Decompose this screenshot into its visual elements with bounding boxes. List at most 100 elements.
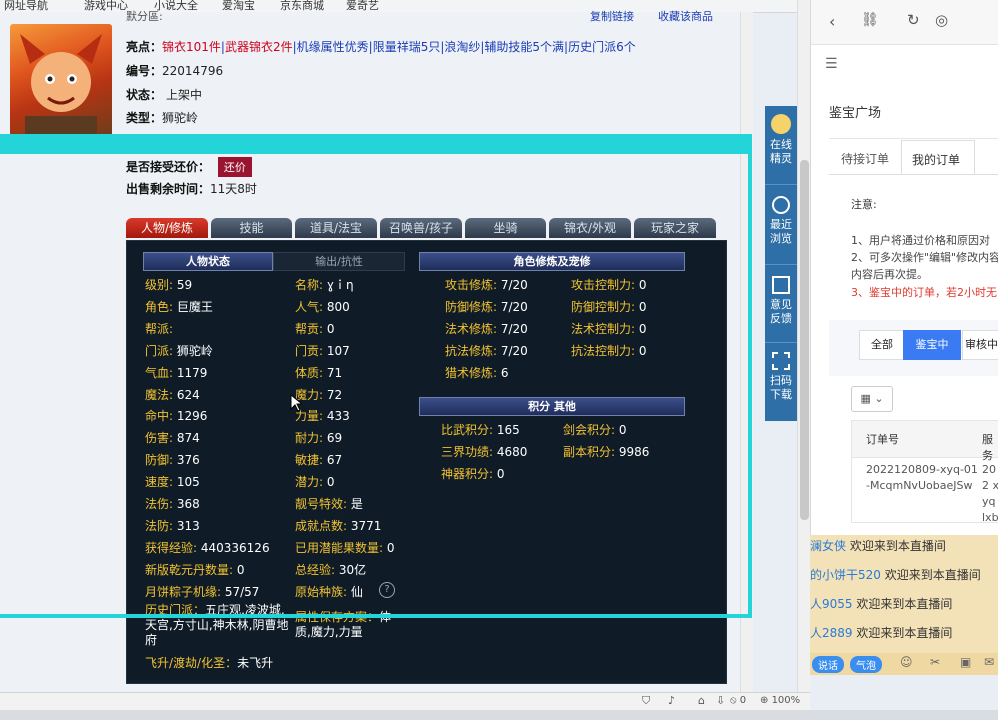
tab-pending-orders[interactable]: 待接订单 xyxy=(841,150,889,167)
stat-row: 速度: 105 xyxy=(145,473,200,490)
side-item-recent[interactable]: 最近浏览 xyxy=(765,196,797,246)
favorite-link[interactable]: 收藏该商品 xyxy=(658,8,713,24)
divider xyxy=(765,264,797,265)
filter-review-button[interactable]: 审核中 xyxy=(962,330,998,360)
stat-label: 帮贡: xyxy=(295,321,324,336)
download-icon[interactable]: ⇩ xyxy=(716,694,725,707)
stat-row: 成就点数: 3771 xyxy=(295,517,381,534)
grid-view-dropdown[interactable]: ▦ ⌄ xyxy=(851,386,893,412)
tab-pets[interactable]: 召唤兽/孩子 xyxy=(380,218,462,238)
stat-label: 耐力: xyxy=(295,431,324,446)
stat-value: 71 xyxy=(323,365,343,380)
stat-label: 潜力: xyxy=(295,475,324,490)
stat-value: 0 xyxy=(635,299,647,314)
stat-row: 原始种族: 仙 xyxy=(295,583,363,600)
tab-home[interactable]: 玩家之家 xyxy=(634,218,716,238)
status-value: 上架中 xyxy=(166,88,203,102)
side-toolbar: 在线精灵 最近浏览 意见反馈 扫码下载 xyxy=(765,106,797,421)
filter-all-button[interactable]: 全部 xyxy=(859,330,905,360)
highlight-tag[interactable]: 锦衣101件 xyxy=(162,40,221,54)
speak-button[interactable]: 说话 xyxy=(812,656,844,673)
stat-label: 靓号特效: xyxy=(295,497,348,511)
highlights-row: 亮点：锦衣101件|武器锦衣2件|机缘属性优秀|限量祥瑞5只|浪淘纱|辅助技能5… xyxy=(126,40,636,54)
stat-label: 三界功绩: xyxy=(441,444,494,459)
bargain-button[interactable]: 还价 xyxy=(217,157,252,177)
chat-message: 人2889 欢迎来到本直播间 xyxy=(810,626,953,640)
zoom-level[interactable]: ⊕ 100% xyxy=(760,695,800,706)
tab-outfits[interactable]: 锦衣/外观 xyxy=(549,218,631,238)
stat-label: 抗法修炼: xyxy=(445,343,498,358)
capture-frame-top xyxy=(0,134,752,154)
tab-items[interactable]: 道具/法宝 xyxy=(295,218,377,238)
stat-label: 速度: xyxy=(145,475,174,490)
copy-link[interactable]: 复制链接 xyxy=(590,8,634,24)
stat-label: 命中: xyxy=(145,409,174,424)
stat-row: 名称: ɣｉη xyxy=(295,276,354,293)
section-title: 鉴宝广场 xyxy=(829,106,882,121)
stat-label: 法术修炼: xyxy=(445,321,498,336)
clock-icon xyxy=(772,196,790,214)
image-icon[interactable]: ▣ xyxy=(960,655,971,669)
stat-row: 魔法: 624 xyxy=(145,386,200,403)
stat-value: 30亿 xyxy=(335,562,367,577)
points-row: 比武积分: 165 xyxy=(441,421,520,438)
cultivation-row: 防御修炼: 7/20 xyxy=(445,298,528,315)
globe-icon[interactable]: ◎ xyxy=(935,11,948,29)
stat-row: 伤害: 874 xyxy=(145,429,200,446)
table-row[interactable]: 2022120809-xyq-01-McqmNvUobaeJSw 202 xyq… xyxy=(851,456,998,524)
capture-frame-bottom xyxy=(0,614,752,618)
tab-skills[interactable]: 技能 xyxy=(211,218,292,238)
side-item-download[interactable]: 扫码下载 xyxy=(765,352,797,402)
highlight-tag[interactable]: 武器锦衣2件 xyxy=(225,40,293,54)
browser-scrollbar[interactable] xyxy=(797,0,811,692)
stat-value: 67 xyxy=(323,453,343,468)
mail-icon[interactable]: ✉ xyxy=(984,655,994,669)
scrollbar-thumb[interactable] xyxy=(800,160,809,520)
tab-mounts[interactable]: 坐骑 xyxy=(465,218,546,238)
remaining-value: 11天8时 xyxy=(210,182,257,196)
stat-row: 气血: 1179 xyxy=(145,364,207,381)
refresh-icon[interactable]: ↻ xyxy=(907,11,920,29)
stat-row: 总经验: 30亿 xyxy=(295,561,366,578)
stat-value: 4680 xyxy=(493,444,528,459)
stat-value: 0 xyxy=(635,278,647,292)
chat-toolbar: 说话 气泡 ☺ ✂ ▣ ✉ xyxy=(810,653,998,675)
stat-label: 防御控制力: xyxy=(571,299,636,314)
appraisal-panel: ‹ ⛓ ↻ ◎ ☰ 鉴宝广场 待接订单 我的订单 注意: 1、用户将通过价格和原… xyxy=(810,0,998,535)
back-icon[interactable]: ‹ xyxy=(829,12,835,31)
stat-label: 猎术修炼: xyxy=(445,365,498,380)
filter-active-button[interactable]: 鉴宝中 xyxy=(903,330,961,360)
help-icon[interactable]: ? xyxy=(379,582,395,598)
type-row: 类型：狮驼岭 xyxy=(126,109,198,126)
stat-row: 已用潜能果数量: 0 xyxy=(295,539,395,556)
notice-line: 2、可多次操作"编辑"修改内容 xyxy=(851,251,998,264)
stat-value: 0 xyxy=(635,343,647,358)
stat-row: 人气: 800 xyxy=(295,298,350,315)
link-icon[interactable]: ⛓ xyxy=(861,12,879,28)
stat-label: 神器积分: xyxy=(441,466,494,481)
side-item-feedback[interactable]: 意见反馈 xyxy=(765,276,797,326)
stat-label: 原始种族: xyxy=(295,584,348,599)
control-row: 法术控制力: 0 xyxy=(571,320,647,337)
lock-icon[interactable]: ⌂ xyxy=(698,694,705,707)
tab-character[interactable]: 人物/修炼 xyxy=(126,218,208,238)
tab-my-orders[interactable]: 我的订单 xyxy=(901,140,975,175)
tab-output-resist[interactable]: 输出/抗性 xyxy=(273,252,405,271)
bubble-button[interactable]: 气泡 xyxy=(850,656,882,673)
scissors-icon[interactable]: ✂ xyxy=(930,655,940,669)
emoji-icon[interactable]: ☺ xyxy=(900,655,913,669)
tab-character-status[interactable]: 人物状态 xyxy=(143,252,273,271)
highlight-tags[interactable]: |机缘属性优秀|限量祥瑞5只|浪淘纱|辅助技能5个满|历史门派6个 xyxy=(293,40,636,54)
sound-icon[interactable]: ♪ xyxy=(668,694,675,707)
stat-value: 狮驼岭 xyxy=(173,343,213,358)
stat-row: 法防: 313 xyxy=(145,517,200,534)
stat-value: 0 xyxy=(615,423,627,437)
shield-icon[interactable]: ⛉ xyxy=(642,694,650,708)
stat-label: 法防: xyxy=(145,518,174,533)
stat-value: 7/20 xyxy=(497,321,528,336)
notice-title: 注意: xyxy=(851,198,877,211)
cultivation-row: 攻击修炼: 7/20 xyxy=(445,276,528,293)
control-row: 防御控制力: 0 xyxy=(571,298,647,315)
side-item-sprite[interactable]: 在线精灵 xyxy=(765,114,797,166)
chat-message: 的小饼干520 欢迎来到本直播间 xyxy=(810,568,981,582)
